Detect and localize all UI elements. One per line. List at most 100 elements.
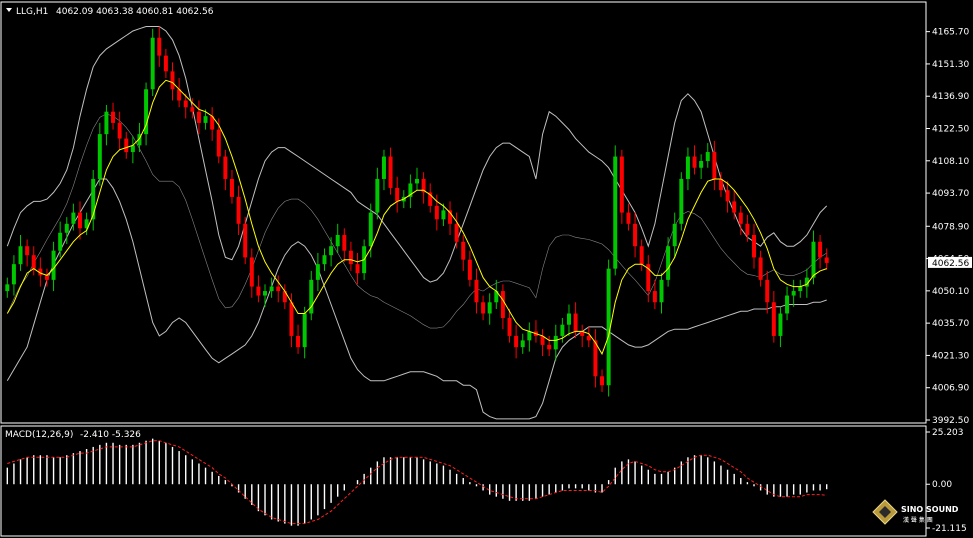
candle-body xyxy=(434,205,439,220)
current-price-tag: 4062.56 xyxy=(928,256,972,269)
current-price-label: 4062.56 xyxy=(932,259,969,269)
candle-body xyxy=(150,37,155,90)
price-tick-label: 4151.30 xyxy=(932,60,969,70)
candle-body xyxy=(368,212,373,247)
candle-body xyxy=(229,178,234,197)
candle-body xyxy=(725,190,730,202)
candle-body xyxy=(25,246,30,256)
candle-body xyxy=(263,291,267,296)
candle-body xyxy=(600,376,605,386)
candle-body xyxy=(256,286,261,296)
price-tick-label: 4122.50 xyxy=(932,125,969,135)
candle-body xyxy=(296,335,301,348)
price-tick-label: 4078.90 xyxy=(932,222,969,232)
symbol-label: LLG,H1 xyxy=(16,7,48,17)
candle-body xyxy=(553,335,558,350)
bollinger-lower-line xyxy=(6,178,827,420)
candle-body xyxy=(560,324,565,336)
main-panel-frame xyxy=(0,1,927,424)
candle-body xyxy=(163,55,168,72)
candle-body xyxy=(527,331,532,341)
candle-body xyxy=(507,317,512,336)
candle-body xyxy=(415,178,419,184)
watermark-sub: 漢 聲 集 團 xyxy=(903,516,933,524)
candle-body xyxy=(626,212,631,224)
candle-body xyxy=(718,178,723,191)
candle-body xyxy=(388,156,393,188)
candle-body xyxy=(824,257,829,263)
candle-body xyxy=(454,223,459,242)
candle-body xyxy=(289,302,294,336)
candle-body xyxy=(619,156,624,213)
candle-body xyxy=(685,156,690,179)
candle-body xyxy=(573,313,578,332)
price-tick-label: 4035.70 xyxy=(932,319,969,329)
candle-body xyxy=(236,196,241,224)
price-tick-label: 4093.70 xyxy=(932,189,969,199)
candle-body xyxy=(586,335,591,341)
candle-body xyxy=(18,246,23,265)
candle-body xyxy=(157,37,162,56)
candle-body xyxy=(659,279,664,303)
price-tick-label: 4108.10 xyxy=(932,157,969,167)
candle-body xyxy=(811,241,816,278)
candle-body xyxy=(752,235,756,258)
candle-body xyxy=(738,212,743,224)
candle-body xyxy=(78,212,82,229)
candle-body xyxy=(520,340,525,348)
candle-body xyxy=(785,295,790,314)
candle-body xyxy=(190,107,195,112)
macd-values: -2.410 -5.326 xyxy=(80,430,141,440)
candle-body xyxy=(692,156,697,168)
price-axis: 4165.70 4151.30 4136.90 4122.50 4108.10 4093.… xyxy=(926,28,969,426)
macd-tick-label: 0.00 xyxy=(932,480,952,490)
candle-body xyxy=(5,284,10,292)
candle-body xyxy=(679,178,684,224)
price-tick-label: 3992.50 xyxy=(932,416,969,426)
candle-body xyxy=(467,259,472,280)
candle-body xyxy=(732,201,737,213)
candle-body xyxy=(183,100,188,108)
candle-body xyxy=(613,156,618,269)
candlesticks xyxy=(5,26,829,397)
candle-body xyxy=(375,178,380,213)
candle-body xyxy=(791,291,796,296)
candle-body xyxy=(335,235,340,247)
candle-body xyxy=(302,313,307,348)
candle-body xyxy=(170,71,175,90)
candle-body xyxy=(712,152,717,179)
candle-body xyxy=(699,161,704,168)
candle-body xyxy=(514,335,519,348)
candle-body xyxy=(203,116,208,123)
candle-body xyxy=(329,246,334,256)
candle-body xyxy=(342,235,347,251)
candle-body xyxy=(11,264,16,285)
candle-body xyxy=(31,255,36,269)
price-tick-label: 4136.90 xyxy=(932,92,969,102)
candle-body xyxy=(745,223,750,236)
candle-body xyxy=(276,286,281,292)
candle-body xyxy=(216,129,221,157)
candle-body xyxy=(474,279,479,303)
candle-body xyxy=(355,264,360,274)
candle-body xyxy=(500,291,505,318)
candle-body xyxy=(765,279,770,303)
candle-body xyxy=(652,291,657,303)
bollinger-bands xyxy=(6,26,828,420)
candle-body xyxy=(71,212,76,224)
candle-body xyxy=(315,264,320,280)
candle-body xyxy=(381,156,386,179)
macd-label: MACD(12,26,9) xyxy=(5,430,73,440)
bollinger-upper-line xyxy=(6,26,828,283)
candle-body xyxy=(633,223,638,247)
candle-body xyxy=(196,111,201,123)
candle-body xyxy=(705,152,710,162)
candle-body xyxy=(44,275,49,280)
candle-body xyxy=(567,313,571,325)
price-tick-label: 4006.90 xyxy=(932,384,969,394)
candle-body xyxy=(487,302,492,314)
candle-body xyxy=(481,302,486,314)
candle-body xyxy=(249,257,254,287)
chevron-down-icon[interactable] xyxy=(6,8,12,12)
candle-body xyxy=(461,241,466,260)
